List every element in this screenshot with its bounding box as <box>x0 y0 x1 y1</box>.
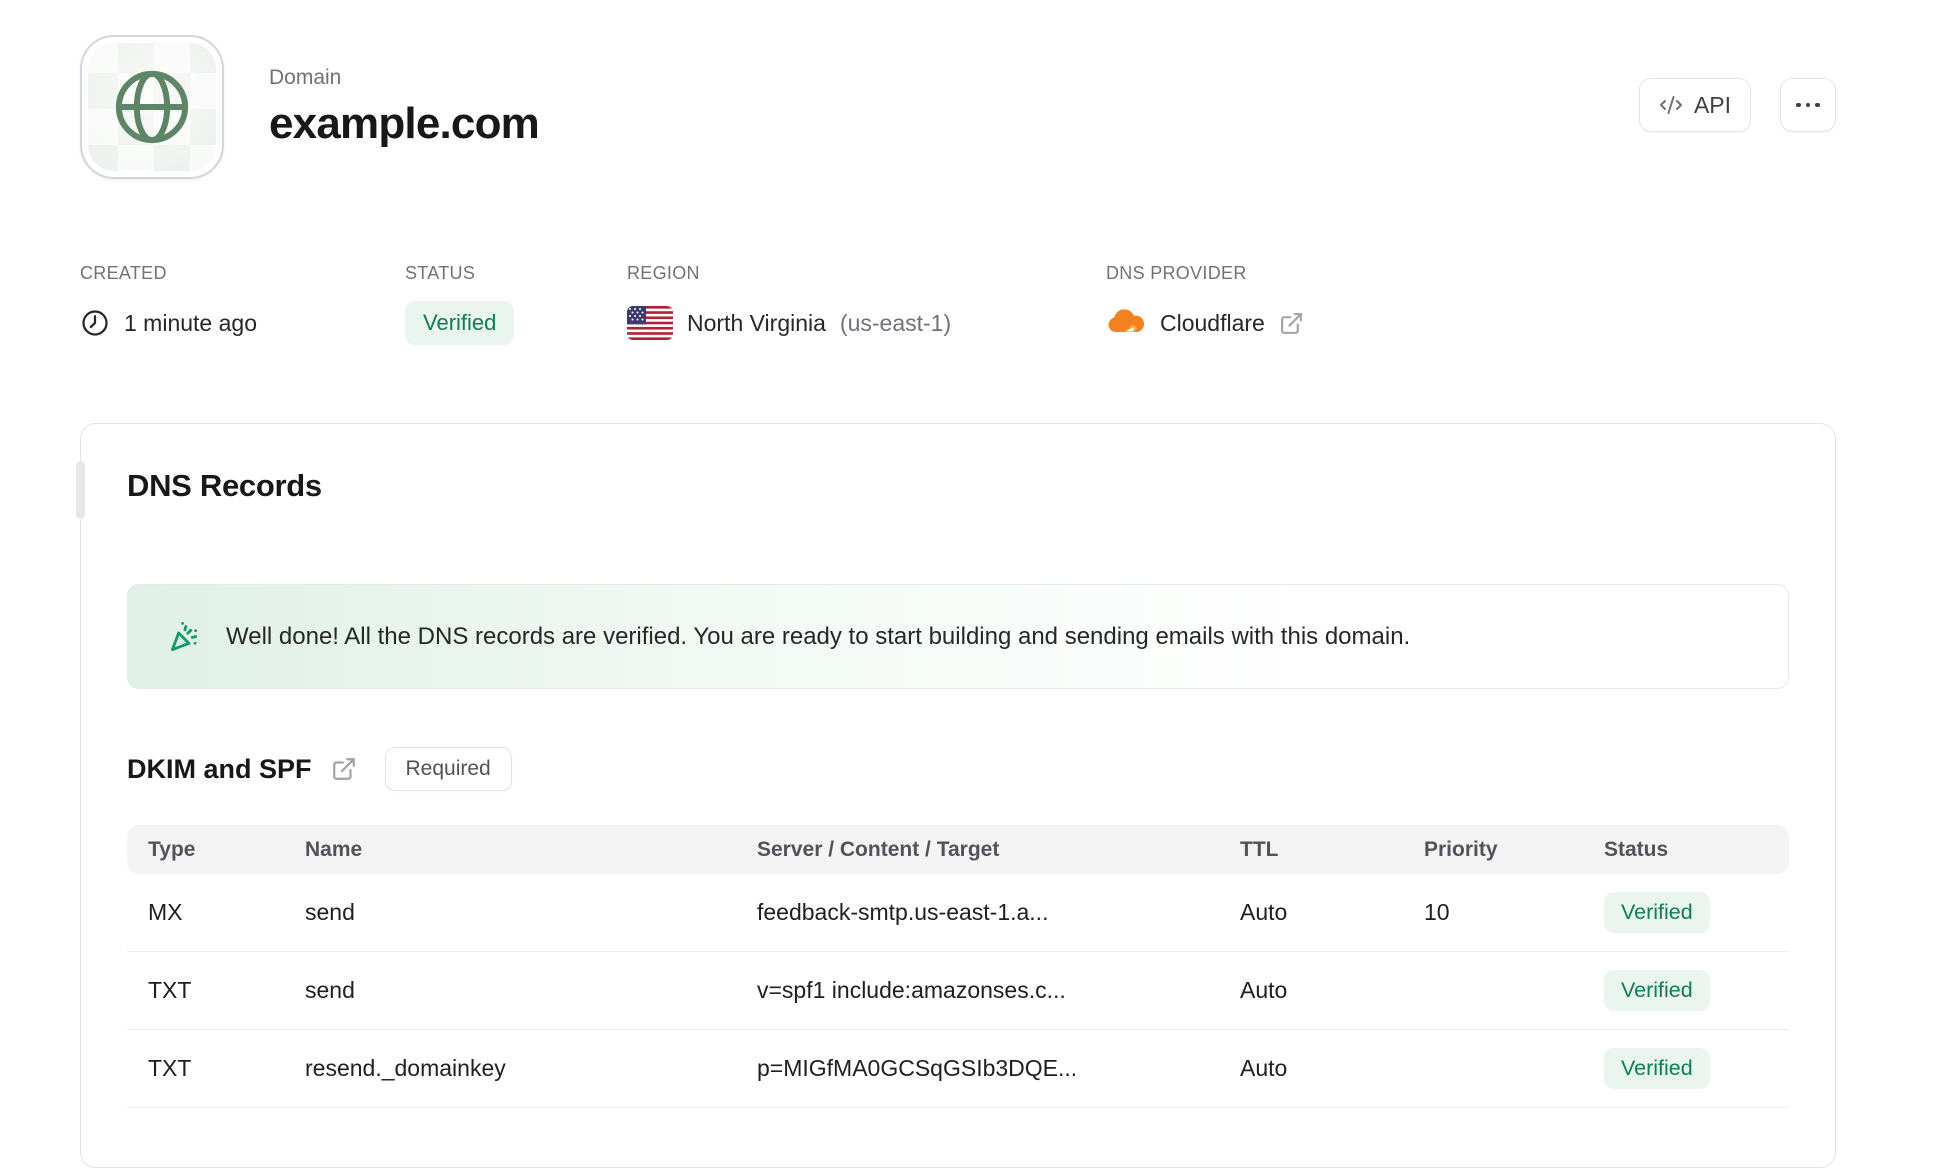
api-button[interactable]: API <box>1639 78 1751 132</box>
domain-detail-page: Domain example.com API CREATED 1 minute <box>76 0 1836 1168</box>
created-value: 1 minute ago <box>124 309 257 336</box>
cell-priority: 10 <box>1424 899 1450 925</box>
dns-records-table: Type Name Server / Content / Target TTL … <box>127 825 1789 1108</box>
cell-status: Verified <box>1583 1048 1789 1089</box>
col-header-name: Name <box>305 837 363 861</box>
dns-table-body: MX send feedback-smtp.us-east-1.a... Aut… <box>127 874 1789 1108</box>
meta-status: STATUS Verified <box>405 263 515 347</box>
dns-provider-label: DNS PROVIDER <box>1106 263 1247 283</box>
us-flag-icon <box>627 306 673 340</box>
ellipsis-icon <box>1796 102 1820 108</box>
col-header-type: Type <box>148 837 196 861</box>
cell-ttl: Auto <box>1240 899 1288 925</box>
cell-name: send <box>305 977 355 1003</box>
more-options-button[interactable] <box>1780 78 1836 132</box>
header-actions: API <box>1639 78 1836 132</box>
meta-region: REGION North Virginia (us-east-1) <box>627 263 951 347</box>
dkim-spf-section-header: DKIM and SPF Required <box>127 747 1789 791</box>
table-header-row: Type Name Server / Content / Target TTL … <box>127 825 1789 874</box>
api-button-label: API <box>1693 91 1732 118</box>
code-icon <box>1659 96 1682 114</box>
col-header-content: Server / Content / Target <box>757 837 1000 861</box>
external-link-icon[interactable] <box>1279 311 1304 336</box>
cell-status: Verified <box>1583 970 1789 1011</box>
region-value: North Virginia <box>687 309 826 336</box>
page-kicker: Domain <box>269 65 342 89</box>
cell-ttl: Auto <box>1240 1055 1288 1081</box>
cell-type: TXT <box>148 977 192 1003</box>
dkim-spf-title: DKIM and SPF <box>127 753 312 784</box>
col-header-priority: Priority <box>1424 837 1498 861</box>
status-badge: Verified <box>1604 1048 1710 1089</box>
col-header-status: Status <box>1604 837 1669 861</box>
col-header-ttl: TTL <box>1240 837 1279 861</box>
banner-message: Well done! All the DNS records are verif… <box>226 622 1411 650</box>
table-row: TXT resend._domainkey p=MIGfMA0GCSqGSIb3… <box>127 1030 1789 1108</box>
cell-type: MX <box>148 899 183 925</box>
page-header: Domain example.com API <box>80 35 1836 179</box>
domain-meta-row: CREATED 1 minute ago STATUS Verified REG… <box>80 263 1836 363</box>
table-row: TXT send v=spf1 include:amazonses.c... A… <box>127 952 1789 1030</box>
cloudflare-icon <box>1108 309 1145 332</box>
cell-content: v=spf1 include:amazonses.c... <box>757 977 1066 1003</box>
globe-icon <box>115 70 189 144</box>
status-verified-badge: Verified <box>405 301 515 345</box>
clock-icon <box>82 310 108 336</box>
dns-provider-value: Cloudflare <box>1160 309 1265 336</box>
status-badge: Verified <box>1604 970 1710 1011</box>
status-label: STATUS <box>405 263 476 283</box>
cell-ttl: Auto <box>1240 977 1288 1003</box>
section-scroll-indicator <box>76 461 85 519</box>
cell-content: p=MIGfMA0GCSqGSIb3DQE... <box>757 1055 1078 1081</box>
party-popper-icon <box>170 621 198 652</box>
cell-name: resend._domainkey <box>305 1055 506 1081</box>
status-badge: Verified <box>1604 892 1710 933</box>
cell-status: Verified <box>1583 892 1789 933</box>
verification-success-banner: Well done! All the DNS records are verif… <box>127 584 1789 689</box>
cell-name: send <box>305 899 355 925</box>
meta-created: CREATED 1 minute ago <box>80 263 257 347</box>
meta-dns-provider: DNS PROVIDER Cloudflare <box>1106 263 1304 347</box>
external-link-icon[interactable] <box>331 756 357 782</box>
dns-records-card: DNS Records Well done! All the DNS recor… <box>76 423 1836 1168</box>
required-badge: Required <box>384 747 512 791</box>
cell-content: feedback-smtp.us-east-1.a... <box>757 899 1049 925</box>
header-text: Domain example.com <box>269 35 540 179</box>
domain-avatar <box>80 35 224 179</box>
region-label: REGION <box>627 263 700 283</box>
table-row: MX send feedback-smtp.us-east-1.a... Aut… <box>127 874 1789 952</box>
region-code: (us-east-1) <box>839 309 952 336</box>
cell-type: TXT <box>148 1055 192 1081</box>
page-title: example.com <box>269 98 540 148</box>
created-label: CREATED <box>80 263 167 283</box>
dns-records-title: DNS Records <box>127 468 322 503</box>
